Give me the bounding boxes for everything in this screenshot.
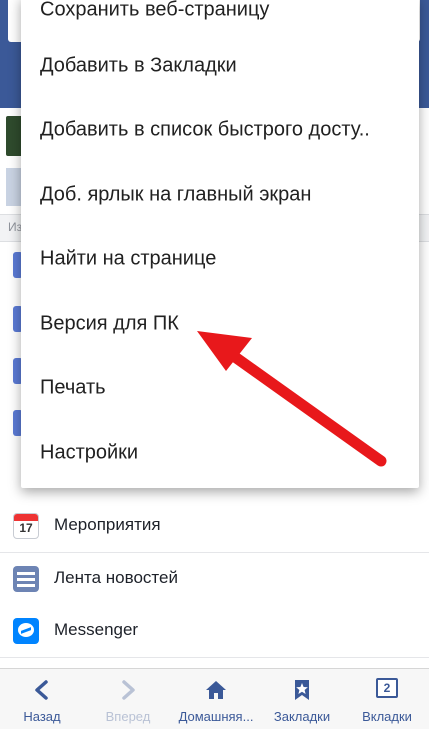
news-feed-icon bbox=[13, 566, 39, 592]
menu-item-print[interactable]: Печать bbox=[21, 356, 419, 420]
bookmarks-label: Закладки bbox=[273, 709, 331, 724]
calendar-icon: 17 bbox=[13, 513, 39, 539]
bookmark-icon bbox=[295, 680, 309, 700]
bookmarks-button[interactable]: Закладки bbox=[264, 669, 340, 729]
forward-label: Вперед bbox=[105, 709, 151, 724]
list-item-news-feed[interactable]: Лента новостей bbox=[0, 553, 429, 606]
menu-item-add-speed-dial[interactable]: Добавить в список быстрого досту.. bbox=[21, 98, 419, 162]
menu-item-add-bookmark[interactable]: Добавить в Закладки bbox=[21, 34, 419, 98]
forward-button[interactable]: Вперед bbox=[88, 669, 168, 729]
bottom-toolbar: Назад Вперед Домашняя... Закладки 2 Вкла… bbox=[0, 668, 429, 729]
menu-item-add-home-shortcut[interactable]: Доб. ярлык на главный экран bbox=[21, 163, 419, 227]
home-label: Домашняя... bbox=[178, 709, 254, 724]
menu-item-desktop-version[interactable]: Версия для ПК bbox=[21, 292, 419, 356]
list-item-events[interactable]: 17 Мероприятия bbox=[0, 500, 429, 553]
browser-overflow-menu: Сохранить веб-страницу Добавить в Заклад… bbox=[21, 0, 419, 488]
tabs-label: Вкладки bbox=[362, 709, 412, 724]
back-arrow-icon bbox=[35, 680, 48, 700]
back-label: Назад bbox=[23, 709, 61, 724]
list-item-label: Лента новостей bbox=[54, 568, 178, 587]
list-item-messenger[interactable]: Messenger bbox=[0, 605, 429, 658]
menu-item-settings[interactable]: Настройки bbox=[21, 421, 419, 485]
tabs-button[interactable]: 2 Вкладки bbox=[348, 669, 426, 729]
back-button[interactable]: Назад bbox=[4, 669, 80, 729]
tabs-count: 2 bbox=[383, 681, 391, 695]
menu-item-find-in-page[interactable]: Найти на странице bbox=[21, 227, 419, 291]
home-icon bbox=[206, 681, 226, 699]
forward-arrow-icon bbox=[122, 680, 135, 700]
list-item-label: Messenger bbox=[54, 620, 139, 639]
home-button[interactable]: Домашняя... bbox=[170, 669, 262, 729]
list-item-label: Мероприятия bbox=[54, 515, 161, 534]
tabs-icon: 2 bbox=[376, 678, 398, 698]
messenger-icon bbox=[13, 618, 39, 644]
